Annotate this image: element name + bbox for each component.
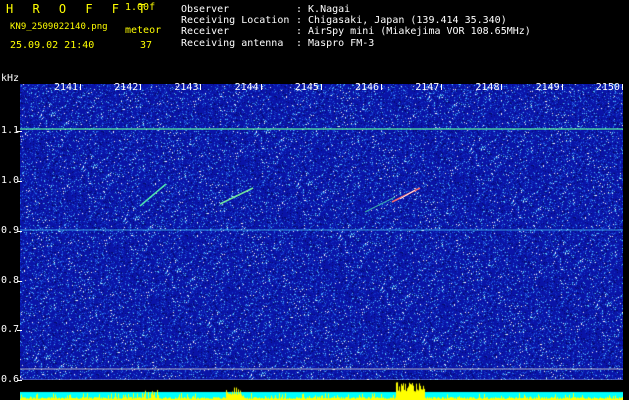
x-tick-label: 2149 bbox=[535, 82, 560, 93]
info-label-location: Receiving Location bbox=[181, 15, 290, 26]
x-tick-label: 2148 bbox=[475, 82, 500, 93]
meteor-echo-2 bbox=[219, 187, 254, 205]
info-value-location: : Chigasaki, Japan (139.414 35.340) bbox=[296, 15, 507, 26]
meteor-echo-3a bbox=[364, 196, 396, 213]
info-label-observer: Observer bbox=[181, 4, 230, 15]
x-tick-mark bbox=[561, 84, 563, 90]
count-label: 37 bbox=[140, 40, 153, 51]
header-panel: H R O F F T 1.00f KN9_2509022140.png met… bbox=[0, 0, 629, 75]
y-tick-mark bbox=[17, 281, 22, 282]
meteor-echo-3c bbox=[399, 189, 416, 200]
x-tick-label: 2147 bbox=[415, 82, 440, 93]
x-tick-label: 2145 bbox=[294, 82, 319, 93]
y-tick-mark bbox=[17, 181, 22, 182]
y-tick-mark bbox=[17, 131, 22, 132]
x-tick-mark bbox=[320, 84, 322, 90]
info-value-observer: : K.Nagai bbox=[296, 4, 351, 15]
y-axis-unit: kHz bbox=[1, 73, 20, 84]
x-tick-label: 2143 bbox=[174, 82, 199, 93]
y-tick-mark bbox=[17, 330, 22, 331]
spectrogram-overlay bbox=[20, 128, 623, 381]
filename-label: KN9_2509022140.png bbox=[10, 22, 108, 32]
x-tick-label: 2141 bbox=[54, 82, 79, 93]
x-tick-mark bbox=[441, 84, 443, 90]
info-value-antenna: : Maspro FM-3 bbox=[296, 38, 375, 49]
signal-level-bars bbox=[20, 380, 623, 400]
spectrogram-plot bbox=[20, 84, 623, 400]
x-tick-mark bbox=[621, 84, 623, 90]
x-tick-label: 2144 bbox=[234, 82, 259, 93]
x-tick-mark bbox=[501, 84, 503, 90]
info-label-antenna: Receiving antenna bbox=[181, 38, 284, 49]
x-tick-mark bbox=[381, 84, 382, 90]
x-tick-label: 2146 bbox=[355, 82, 380, 93]
version-label: 1.00f bbox=[125, 2, 156, 13]
x-tick-mark bbox=[140, 84, 142, 90]
x-tick-mark bbox=[260, 84, 262, 90]
mode-label: meteor bbox=[125, 25, 162, 36]
datetime-label: 25.09.02 21:40 bbox=[10, 40, 95, 51]
meteor-echo-1 bbox=[139, 183, 167, 207]
x-tick-label: 2150 bbox=[595, 82, 620, 93]
y-tick-mark bbox=[17, 231, 22, 232]
info-label-receiver: Receiver bbox=[181, 26, 230, 37]
info-value-receiver: : AirSpy mini (Miakejima VOR 108.65MHz) bbox=[296, 26, 531, 37]
x-tick-mark bbox=[200, 84, 202, 90]
x-tick-mark bbox=[80, 84, 81, 90]
y-tick-mark bbox=[17, 380, 22, 381]
x-tick-label: 2142 bbox=[114, 82, 139, 93]
